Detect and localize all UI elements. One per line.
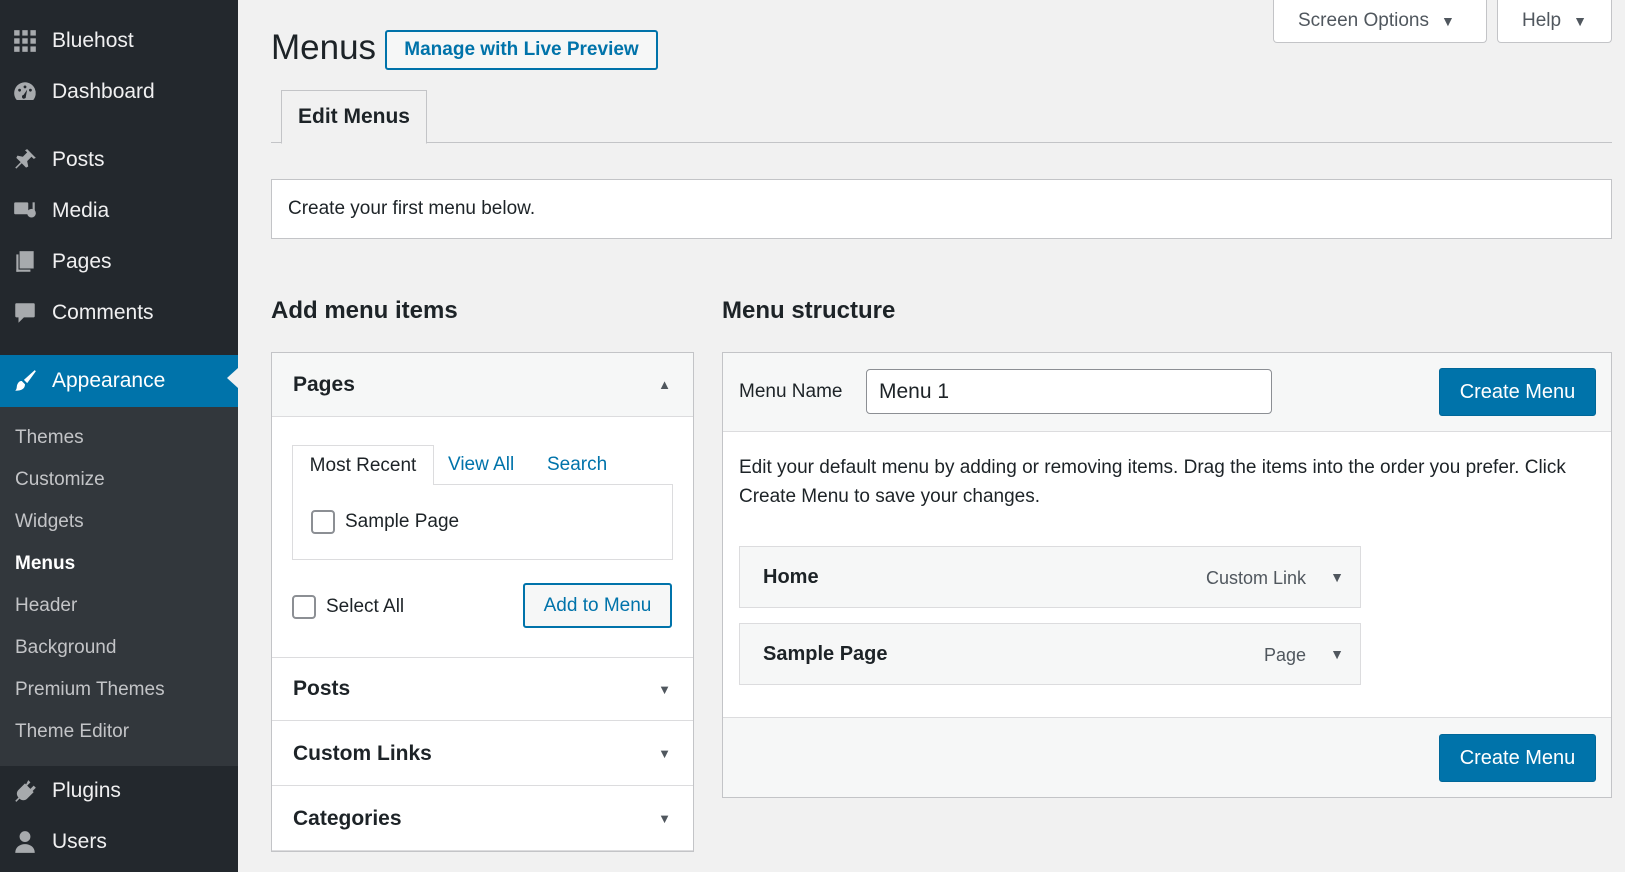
caret-down-icon[interactable]: ▼: [1330, 569, 1344, 585]
tab-edit-menus[interactable]: Edit Menus: [281, 90, 427, 144]
sidebar-item-label: Users: [52, 830, 107, 853]
menu-item-sample-page[interactable]: Sample Page Page ▼: [739, 623, 1361, 685]
paintbrush-icon: [11, 367, 39, 395]
submenu-item-widgets[interactable]: Widgets: [15, 511, 84, 533]
help-button[interactable]: Help ▼: [1497, 0, 1612, 43]
appearance-submenu: Themes Customize Widgets Menus Header Ba…: [0, 407, 238, 766]
submenu-item-premium-themes[interactable]: Premium Themes: [15, 679, 165, 701]
caret-down-icon: ▼: [658, 746, 671, 761]
caret-down-icon[interactable]: ▼: [1330, 646, 1344, 662]
sidebar-item-label: Posts: [52, 148, 105, 171]
sidebar-item-appearance[interactable]: Appearance: [0, 355, 238, 407]
sidebar-item-pages[interactable]: Pages: [0, 239, 238, 285]
menu-name-input[interactable]: [866, 369, 1272, 414]
create-menu-button-bottom[interactable]: Create Menu: [1439, 734, 1596, 782]
screen-options-button[interactable]: Screen Options ▼: [1273, 0, 1487, 43]
dashboard-icon: [11, 78, 39, 106]
add-menu-items-heading: Add menu items: [271, 297, 458, 324]
menu-item-home[interactable]: Home Custom Link ▼: [739, 546, 1361, 608]
menu-instructions: Edit your default menu by adding or remo…: [739, 457, 1566, 507]
sidebar-item-label: Appearance: [52, 369, 166, 392]
menu-structure-panel: Menu Name Create Menu Edit your default …: [722, 352, 1612, 798]
menu-item-type: Custom Link: [1205, 568, 1306, 588]
caret-down-icon: ▼: [1573, 13, 1587, 29]
sidebar-item-label: Comments: [52, 301, 154, 324]
user-icon: [11, 828, 39, 856]
submenu-item-menus[interactable]: Menus: [15, 553, 75, 575]
accordion-posts-header[interactable]: Posts ▼: [272, 657, 693, 721]
accordion-title: Categories: [293, 806, 402, 830]
add-to-menu-button[interactable]: Add to Menu: [523, 583, 672, 628]
sidebar-item-dashboard[interactable]: Dashboard: [0, 69, 238, 115]
sidebar-item-users[interactable]: Users: [0, 819, 238, 865]
plugin-icon: [11, 777, 39, 805]
menu-item-type: Page: [1263, 645, 1306, 665]
comment-icon: [11, 299, 39, 327]
menu-item-title: Home: [763, 566, 819, 588]
select-all-checkbox[interactable]: [292, 595, 316, 619]
media-icon: [11, 197, 39, 225]
menu-item-title: Sample Page: [763, 643, 888, 665]
tab-view-all[interactable]: View All: [448, 454, 514, 476]
caret-down-icon: ▼: [658, 681, 671, 697]
pages-icon: [11, 248, 39, 276]
create-menu-button-top[interactable]: Create Menu: [1439, 368, 1596, 416]
tab-most-recent[interactable]: Most Recent: [292, 445, 434, 485]
tab-search[interactable]: Search: [547, 454, 607, 476]
sidebar-item-label: Plugins: [52, 779, 121, 802]
menu-structure-heading: Menu structure: [722, 297, 896, 324]
accordion-title: Posts: [293, 677, 351, 700]
menu-name-label: Menu Name: [739, 381, 843, 402]
screen-options-label: Screen Options: [1298, 10, 1429, 31]
admin-sidebar: Bluehost Dashboard Posts Media Pages Com…: [0, 0, 238, 872]
notice-text: Create your first menu below.: [288, 198, 536, 219]
nav-tab-divider: [271, 142, 1612, 143]
caret-down-icon: ▼: [1440, 13, 1455, 29]
pages-checklist: Sample Page: [292, 484, 673, 560]
help-label: Help: [1522, 10, 1562, 31]
add-menu-items-accordion: Pages ▲ Most Recent View All Search Samp…: [271, 352, 694, 852]
sidebar-item-media[interactable]: Media: [0, 188, 238, 234]
accordion-title: Custom Links: [293, 741, 432, 765]
accordion-pages-header[interactable]: Pages ▲: [272, 353, 693, 417]
sidebar-item-label: Media: [52, 199, 110, 222]
sidebar-item-comments[interactable]: Comments: [0, 290, 238, 336]
submenu-item-header[interactable]: Header: [15, 595, 77, 617]
submenu-item-background[interactable]: Background: [15, 637, 116, 659]
menu-footer-bar: Create Menu: [723, 717, 1611, 797]
submenu-item-themes[interactable]: Themes: [15, 427, 84, 449]
pin-icon: [11, 146, 39, 174]
sidebar-item-bluehost[interactable]: Bluehost: [0, 18, 238, 64]
caret-down-icon: ▼: [658, 811, 671, 826]
accordion-title: Pages: [293, 372, 355, 396]
manage-live-preview-button[interactable]: Manage with Live Preview: [385, 30, 658, 70]
accordion-categories-header[interactable]: Categories ▼: [272, 787, 693, 851]
sample-page-checkbox[interactable]: [311, 510, 335, 534]
page-title: Menus: [271, 28, 377, 67]
sidebar-item-label: Pages: [52, 250, 112, 273]
sidebar-item-plugins[interactable]: Plugins: [0, 768, 238, 814]
accordion-custom-links-header[interactable]: Custom Links ▼: [272, 722, 693, 786]
submenu-item-theme-editor[interactable]: Theme Editor: [15, 721, 129, 743]
submenu-item-customize[interactable]: Customize: [15, 469, 105, 491]
menu-name-bar: Menu Name Create Menu: [723, 353, 1611, 432]
sidebar-item-label: Dashboard: [52, 80, 155, 103]
sidebar-item-posts[interactable]: Posts: [0, 137, 238, 183]
sample-page-label: Sample Page: [345, 511, 460, 532]
notice-box: Create your first menu below.: [271, 179, 1612, 239]
caret-up-icon: ▲: [658, 377, 671, 392]
sidebar-item-label: Bluehost: [52, 29, 134, 52]
grid-icon: [11, 27, 39, 55]
select-all-label: Select All: [326, 596, 405, 617]
